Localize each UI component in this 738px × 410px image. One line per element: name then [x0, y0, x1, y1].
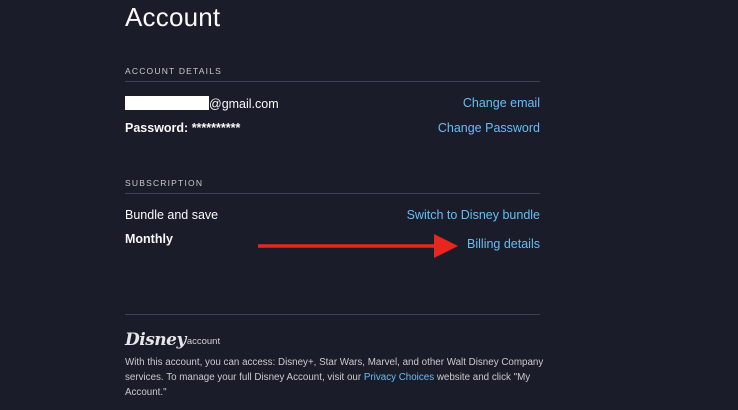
divider — [125, 314, 540, 315]
disney-account-logo: Disney account — [125, 326, 220, 350]
email-value: @gmail.com — [125, 96, 279, 111]
divider — [125, 81, 540, 82]
red-arrow-right-icon — [258, 234, 458, 258]
subscription-label: SUBSCRIPTION — [125, 178, 204, 188]
switch-bundle-link[interactable]: Switch to Disney bundle — [407, 208, 540, 222]
change-password-link[interactable]: Change Password — [438, 121, 540, 135]
plan-name: Bundle and save — [125, 208, 219, 222]
email-row: @gmail.com Change email — [125, 96, 540, 112]
password-row: Password: ********** Change Password — [125, 121, 540, 137]
redacted-email-block — [125, 96, 209, 110]
billing-details-link[interactable]: Billing details — [467, 237, 540, 251]
password-value: Password: ********** — [125, 121, 240, 135]
plan-row: Bundle and save Switch to Disney bundle — [125, 208, 540, 224]
account-details-label: ACCOUNT DETAILS — [125, 66, 223, 76]
logo-suffix: account — [186, 336, 221, 347]
logo-brand: Disney — [125, 330, 186, 350]
change-email-link[interactable]: Change email — [463, 96, 540, 110]
privacy-choices-link[interactable]: Privacy Choices — [364, 372, 434, 383]
email-suffix: @gmail.com — [209, 97, 279, 111]
password-label: Password: — [125, 121, 192, 135]
footer-text: With this account, you can access: Disne… — [125, 355, 545, 400]
divider — [125, 193, 540, 194]
page-title: Account — [125, 2, 221, 32]
password-mask: ********** — [191, 121, 241, 135]
